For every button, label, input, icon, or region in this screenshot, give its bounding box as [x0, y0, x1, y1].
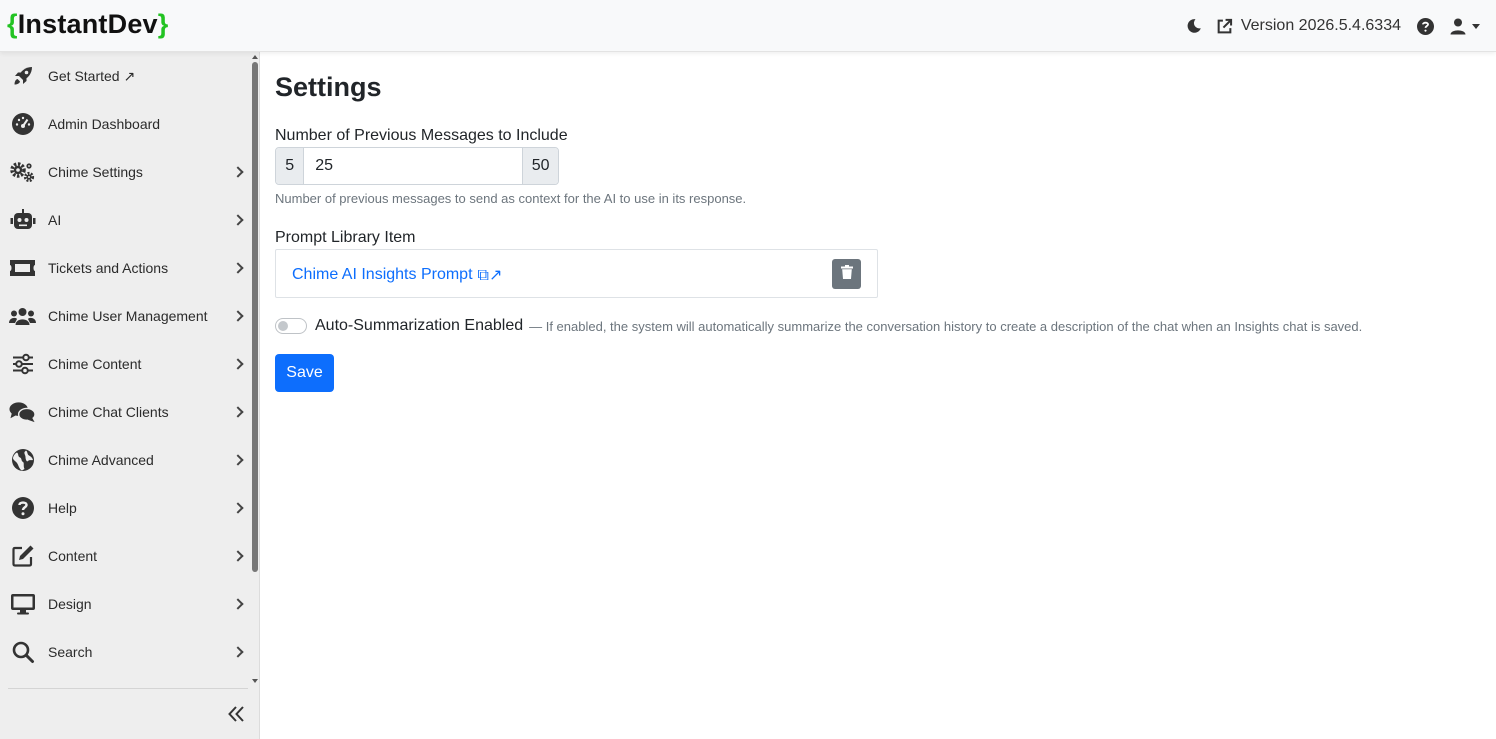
sidebar-divider	[8, 688, 248, 689]
chevron-right-icon	[232, 454, 244, 466]
auto-summarization-toggle[interactable]	[275, 318, 307, 334]
double-chevron-left-icon	[227, 705, 245, 728]
page-title: Settings	[275, 72, 382, 102]
sidebar-item-label: Content	[48, 548, 98, 564]
sidebar-collapse-button[interactable]	[225, 704, 247, 728]
sidebar-item-search[interactable]: Search	[0, 628, 250, 676]
messages-count-help-text: Number of previous messages to send as c…	[275, 191, 747, 206]
chevron-right-icon	[232, 646, 244, 658]
sidebar-item-tickets-and-actions[interactable]: Tickets and Actions	[0, 244, 250, 292]
sliders-icon	[9, 351, 36, 378]
delete-prompt-button[interactable]	[832, 259, 861, 289]
messages-min-addon: 5	[276, 148, 305, 184]
version-label: Version 2026.5.4.6334	[1240, 17, 1401, 34]
messages-count-input[interactable]	[304, 148, 523, 184]
question-circle-icon	[9, 495, 36, 522]
scroll-up-arrow-icon[interactable]	[252, 55, 258, 59]
sidebar-item-chime-content[interactable]: Chime Content	[0, 340, 250, 388]
auto-summarization-label[interactable]: Auto-Summarization Enabled	[315, 317, 523, 335]
brand-close-brace: }	[157, 9, 169, 39]
prompt-library-link[interactable]: Chime AI Insights Prompt ⧉↗	[292, 265, 502, 285]
moon-icon[interactable]	[1186, 18, 1202, 34]
ticket-icon	[9, 255, 36, 282]
sidebar-item-label: AI	[48, 212, 62, 228]
chevron-right-icon	[232, 598, 244, 610]
auto-summarization-description: — If enabled, the system will automatica…	[529, 318, 1363, 334]
caret-down-icon	[1472, 23, 1480, 29]
sidebar-item-label: Chime User Management	[48, 308, 208, 324]
sidebar-item-chime-advanced[interactable]: Chime Advanced	[0, 436, 250, 484]
sidebar-item-label: Tickets and Actions	[48, 260, 169, 276]
sidebar-item-label: Search	[48, 644, 93, 660]
sidebar-item-help[interactable]: Help	[0, 484, 250, 532]
user-icon	[1450, 18, 1466, 35]
messages-max-addon: 50	[522, 148, 558, 184]
chevron-right-icon	[232, 358, 244, 370]
globe-icon	[9, 447, 36, 474]
sidebar-item-label: Get Started ↗	[48, 67, 136, 84]
gauge-icon	[9, 111, 36, 138]
user-menu-button[interactable]	[1450, 18, 1480, 35]
sidebar-item-label: Chime Settings	[48, 164, 143, 180]
version-link[interactable]: Version 2026.5.4.6334	[1216, 17, 1401, 35]
sidebar-nav: Get Started ↗ Admin Dashboard Chime Sett…	[0, 52, 250, 684]
sidebar-item-design[interactable]: Design	[0, 580, 250, 628]
sidebar-item-ai[interactable]: AI	[0, 196, 250, 244]
robot-icon	[9, 207, 36, 234]
sidebar-item-chime-user-management[interactable]: Chime User Management	[0, 292, 250, 340]
sidebar-item-label: Design	[48, 596, 92, 612]
sidebar-item-label: Chime Advanced	[48, 452, 154, 468]
auto-summarization-row: Auto-Summarization Enabled — If enabled,…	[275, 317, 1362, 335]
edit-icon	[9, 543, 36, 570]
sidebar-item-admin-dashboard[interactable]: Admin Dashboard	[0, 100, 250, 148]
sidebar: Get Started ↗ Admin Dashboard Chime Sett…	[0, 52, 260, 739]
sidebar-item-label: Help	[48, 500, 77, 516]
navbar-right: Version 2026.5.4.6334	[1186, 0, 1480, 52]
top-navbar: {InstantDev} Version 2026.5.4.6334	[0, 0, 1496, 52]
sidebar-item-chime-chat-clients[interactable]: Chime Chat Clients	[0, 388, 250, 436]
chevron-right-icon	[232, 262, 244, 274]
toggle-knob	[278, 321, 288, 331]
brand-open-brace: {	[7, 9, 18, 39]
scroll-down-arrow-icon[interactable]	[252, 679, 258, 683]
prompt-link-text: Chime AI Insights Prompt	[292, 266, 473, 283]
save-button[interactable]: Save	[275, 354, 334, 392]
trash-icon	[840, 264, 853, 284]
sidebar-item-label: Chime Chat Clients	[48, 404, 169, 420]
users-icon	[9, 303, 36, 330]
comments-icon	[9, 399, 36, 426]
open-in-new-window-icon: ⧉↗	[477, 267, 503, 284]
scrollbar-thumb[interactable]	[252, 62, 258, 572]
chevron-right-icon	[232, 214, 244, 226]
rocket-icon	[9, 63, 36, 90]
chevron-right-icon	[232, 310, 244, 322]
messages-count-input-group: 5 50	[275, 147, 559, 185]
chevron-right-icon	[232, 406, 244, 418]
prompt-library-label: Prompt Library Item	[275, 229, 416, 246]
chevron-right-icon	[232, 166, 244, 178]
brand-logo[interactable]: {InstantDev}	[7, 9, 168, 40]
help-question-circle-icon[interactable]	[1417, 17, 1434, 35]
sidebar-scrollbar[interactable]	[251, 52, 259, 684]
sidebar-item-chime-settings[interactable]: Chime Settings	[0, 148, 250, 196]
external-link-icon	[1216, 18, 1233, 35]
sidebar-item-content[interactable]: Content	[0, 532, 250, 580]
search-icon	[9, 639, 36, 666]
sidebar-item-label: Admin Dashboard	[48, 116, 161, 132]
sidebar-item-label: Chime Content	[48, 356, 142, 372]
gears-icon	[9, 159, 36, 186]
brand-name: InstantDev	[17, 9, 158, 39]
chevron-right-icon	[232, 550, 244, 562]
prompt-library-box: Chime AI Insights Prompt ⧉↗	[275, 249, 878, 298]
monitor-icon	[9, 591, 36, 618]
messages-count-label: Number of Previous Messages to Include	[275, 127, 568, 144]
chevron-right-icon	[232, 502, 244, 514]
sidebar-item-get-started[interactable]: Get Started ↗	[0, 52, 250, 100]
